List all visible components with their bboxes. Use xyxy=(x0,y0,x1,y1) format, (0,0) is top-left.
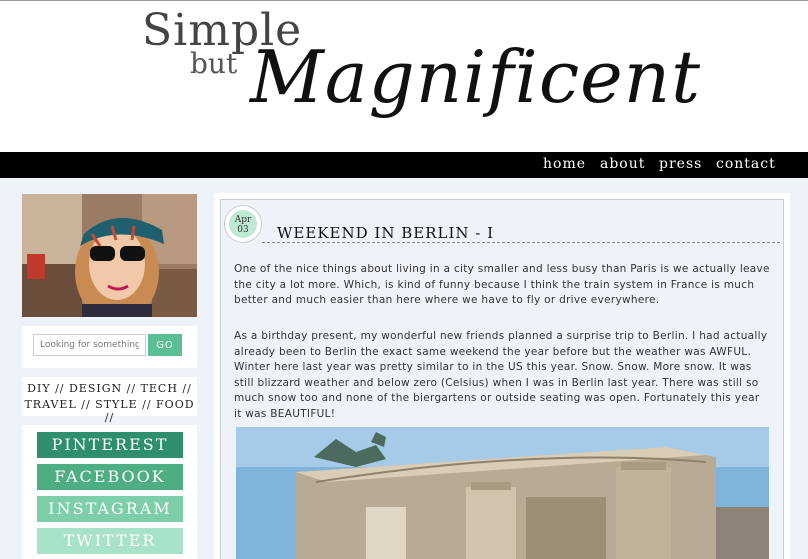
post-date-circle: Apr 03 xyxy=(229,210,257,238)
search-go-button[interactable]: GO xyxy=(148,334,182,356)
post-photo-brandenburg-gate xyxy=(236,427,769,559)
post-paragraph-2: As a birthday present, my wonderful new … xyxy=(234,330,768,420)
post-title[interactable]: WEEKEND IN BERLIN - I xyxy=(277,224,494,242)
title-divider xyxy=(262,242,780,243)
nav-home-link[interactable]: home xyxy=(543,156,586,172)
social-links-widget: PINTEREST FACEBOOK INSTAGRAM TWITTER xyxy=(22,425,197,559)
post-date-month: Apr xyxy=(234,215,252,225)
twitter-button[interactable]: TWITTER xyxy=(37,528,183,554)
search-input[interactable] xyxy=(33,334,146,356)
facebook-button[interactable]: FACEBOOK xyxy=(37,464,183,490)
post-date-badge: Apr 03 xyxy=(224,205,262,243)
pinterest-button[interactable]: PINTEREST xyxy=(37,432,183,458)
author-photo-image xyxy=(22,194,197,317)
brandenburg-gate-image xyxy=(236,427,769,559)
nav-press-link[interactable]: press xyxy=(659,156,702,172)
post-paragraph-1: One of the nice things about living in a… xyxy=(234,263,770,306)
author-photo xyxy=(22,194,197,317)
post-date-day: 03 xyxy=(237,225,249,235)
site-header: Simple but Magnificent xyxy=(0,0,808,152)
categories-line-1[interactable]: DIY // DESIGN // TECH // xyxy=(22,382,197,395)
logo-magnificent-text: Magnificent xyxy=(250,35,702,119)
instagram-button[interactable]: INSTAGRAM xyxy=(37,496,183,522)
search-widget: GO xyxy=(22,326,197,368)
nav-contact-link[interactable]: contact xyxy=(716,156,776,172)
categories-widget: DIY // DESIGN // TECH // TRAVEL // STYLE… xyxy=(22,377,197,424)
categories-line-2[interactable]: TRAVEL // STYLE // FOOD // xyxy=(22,398,197,424)
logo-but-text: but xyxy=(190,47,238,80)
nav-about-link[interactable]: about xyxy=(600,156,645,172)
top-navbar: home about press contact xyxy=(0,152,808,178)
